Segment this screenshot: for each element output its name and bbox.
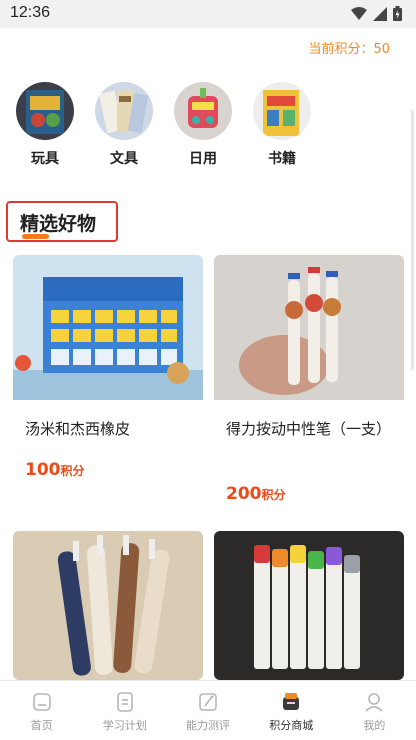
- category-stationery[interactable]: 文具: [92, 82, 156, 168]
- nav-label: 首页: [30, 719, 53, 732]
- books-image: [253, 82, 311, 140]
- category-books[interactable]: 书籍: [250, 82, 314, 168]
- price-value: 100: [25, 460, 61, 480]
- price-unit: 积分: [261, 488, 286, 502]
- toys-image: [16, 82, 74, 140]
- status-time: 12:36: [10, 4, 51, 21]
- title-underline: [22, 234, 49, 239]
- home-icon: [32, 693, 51, 711]
- points-label: 当前积分：: [308, 42, 374, 57]
- product-card[interactable]: 汤米和杰西橡皮 100积分: [13, 255, 203, 519]
- nav-assessment[interactable]: 能力测评: [166, 681, 249, 740]
- nav-label: 学习计划: [102, 719, 147, 732]
- study-plan-icon: [116, 692, 133, 712]
- points-mall-icon: [283, 693, 300, 710]
- price-value: 200: [226, 484, 262, 504]
- product-image-highlighters: [214, 531, 404, 680]
- status-icons: [351, 6, 402, 21]
- nav-home[interactable]: 首页: [0, 681, 83, 740]
- category-label: 玩具: [31, 151, 59, 167]
- nav-label: 积分商城: [269, 719, 314, 732]
- product-card[interactable]: 得力按动中性笔（一支） 200积分: [214, 255, 404, 519]
- nav-label: 我的: [363, 719, 386, 732]
- product-name: 得力按动中性笔（一支）: [226, 420, 392, 438]
- category-toys[interactable]: 玩具: [13, 82, 77, 168]
- category-daily-goods[interactable]: 日用: [171, 82, 235, 168]
- assessment-icon: [199, 693, 217, 711]
- nav-study-plan[interactable]: 学习计划: [83, 681, 166, 740]
- product-name: 汤米和杰西橡皮: [25, 420, 131, 438]
- section-title: 精选好物: [20, 213, 97, 235]
- price-unit: 积分: [60, 464, 85, 478]
- product-image-eraser: [13, 255, 203, 400]
- profile-icon: [365, 693, 383, 712]
- wifi-icon: [351, 6, 367, 20]
- nav-label: 能力测评: [186, 719, 230, 732]
- status-bar: 12:36: [0, 0, 416, 28]
- product-card[interactable]: [214, 531, 404, 680]
- scrollbar[interactable]: [411, 110, 414, 370]
- product-price: 200积分: [226, 484, 286, 504]
- product-image-gel-pen: [214, 255, 404, 400]
- signal-icon: [373, 6, 387, 21]
- current-points: 当前积分：50: [308, 38, 390, 57]
- nav-points-mall[interactable]: 积分商城: [250, 681, 333, 740]
- daily-goods-image: [174, 82, 232, 140]
- product-card[interactable]: [13, 531, 203, 680]
- product-image-pens-neutral: [13, 531, 203, 680]
- product-price: 100积分: [25, 460, 85, 480]
- points-value: 50: [373, 42, 390, 57]
- nav-profile[interactable]: 我的: [333, 681, 416, 740]
- battery-icon: [393, 6, 402, 21]
- stationery-image: [95, 82, 153, 140]
- category-label: 日用: [189, 151, 217, 167]
- bottom-nav: 首页 学习计划 能力测评 积分商城 我的: [0, 680, 416, 740]
- category-row: 玩具 文具 日用 书籍: [0, 82, 416, 172]
- category-label: 文具: [110, 151, 138, 167]
- category-label: 书籍: [268, 151, 296, 167]
